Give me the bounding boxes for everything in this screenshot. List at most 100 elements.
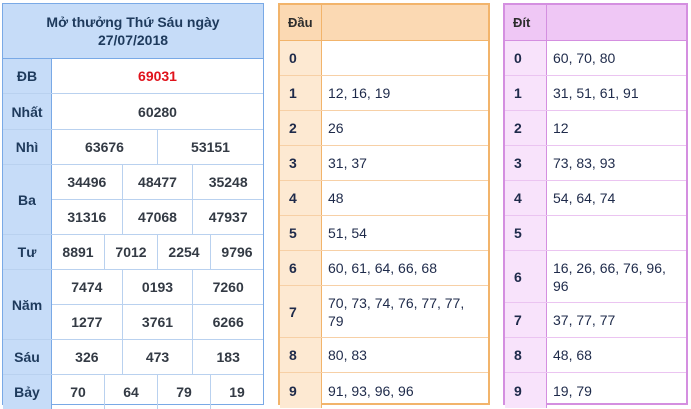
loto-tail-row: 9 19, 79 (505, 373, 686, 408)
row-key: 3 (505, 146, 547, 180)
row-values: 70, 73, 74, 76, 77, 77, 79 (328, 294, 465, 329)
loto-tail-row: 6 16, 26, 66, 76, 96, 96 (505, 251, 686, 303)
loto-head-row: 7 70, 73, 74, 76, 77, 77, 79 (280, 286, 488, 338)
prize-row-second: Nhì 63676 53151 (3, 130, 263, 165)
loto-tail-row: 4 54, 64, 74 (505, 181, 686, 216)
row-key: 2 (505, 111, 547, 145)
loto-head-header: Đầu (280, 5, 488, 41)
prize-label: Ba (3, 165, 52, 234)
loto-head-row: 2 26 (280, 111, 488, 146)
row-values: 48, 68 (553, 347, 592, 363)
prize-label: Bảy (3, 375, 52, 409)
prize-number: 9796 (221, 244, 253, 260)
prize-label: Tư (3, 235, 52, 269)
row-key: 5 (505, 216, 547, 250)
prize-row-third: Ba 34496 48477 35248 31316 47068 47937 (3, 165, 263, 235)
prize-number: 8891 (52, 235, 105, 269)
row-values: 16, 26, 66, 76, 96, 96 (553, 259, 666, 294)
row-key: 3 (280, 146, 322, 180)
row-values: 73, 83, 93 (553, 155, 616, 171)
row-key: 5 (280, 216, 322, 250)
loto-head-table: Đầu 0 1 12, 16, 19 2 26 3 31, 37 4 48 5 51, 5… (278, 3, 490, 408)
results-title: Mở thưởng Thứ Sáu ngày 27/07/2018 (3, 4, 263, 59)
prize-number: 70 (52, 375, 105, 409)
prize-number: 47937 (208, 209, 248, 225)
row-values: 37, 77, 77 (553, 312, 616, 328)
prize-number: 53151 (191, 139, 230, 155)
row-values: 60, 61, 64, 66, 68 (328, 260, 437, 276)
row-values: 51, 54 (328, 225, 367, 241)
loto-head-title: Đầu (280, 5, 322, 40)
prize-number: 63676 (52, 130, 158, 164)
loto-head-row: 8 80, 83 (280, 338, 488, 373)
prize-label: Nhất (3, 94, 52, 129)
prize-label: Nhì (3, 130, 52, 164)
row-key: 7 (280, 286, 322, 337)
special-prize-number: 69031 (138, 68, 177, 84)
row-key: 0 (280, 41, 322, 75)
row-values (322, 41, 488, 75)
prize-number: 35248 (208, 174, 248, 190)
prize-row-sixth: Sáu 326 473 183 (3, 340, 263, 375)
prize-label: ĐB (3, 59, 52, 93)
row-values: 48 (328, 190, 344, 206)
loto-head-row: 4 48 (280, 181, 488, 216)
prize-number: 2254 (158, 235, 211, 269)
prize-row-fourth: Tư 8891 7012 2254 9796 (3, 235, 263, 270)
row-values: 26 (328, 120, 344, 136)
row-key: 0 (505, 41, 547, 75)
row-values (547, 216, 686, 250)
loto-tail-row: 5 (505, 216, 686, 251)
prize-label: Sáu (3, 340, 52, 374)
row-values: 31, 51, 61, 91 (553, 85, 639, 101)
prize-label: Năm (3, 270, 52, 339)
prize-row-first: Nhất 60280 (3, 94, 263, 130)
row-key: 1 (505, 76, 547, 110)
loto-tail-row: 8 48, 68 (505, 338, 686, 373)
prize-number: 64 (105, 375, 158, 409)
row-values: 12 (553, 120, 569, 136)
row-values: 54, 64, 74 (553, 190, 616, 206)
prize-number: 1277 (52, 305, 123, 339)
prize-number: 48477 (123, 165, 194, 199)
prize-number: 3761 (123, 305, 194, 339)
loto-head-row: 6 60, 61, 64, 66, 68 (280, 251, 488, 286)
row-key: 6 (280, 251, 322, 285)
prize-number: 7260 (212, 279, 244, 295)
loto-tail-row: 7 37, 77, 77 (505, 303, 686, 338)
prize-number: 79 (158, 375, 211, 409)
prize-number: 0193 (123, 270, 194, 304)
results-title-line1: Mở thưởng Thứ Sáu ngày (46, 14, 220, 30)
prize-number: 473 (123, 340, 194, 374)
loto-tail-row: 0 60, 70, 80 (505, 41, 686, 76)
row-key: 9 (505, 373, 547, 408)
prize-number: 60280 (138, 103, 177, 120)
row-key: 7 (505, 303, 547, 337)
prize-number: 19 (229, 384, 245, 400)
prize-row-fifth: Năm 7474 0193 7260 1277 3761 6266 (3, 270, 263, 340)
loto-head-row: 0 (280, 41, 488, 76)
row-values: 31, 37 (328, 155, 367, 171)
prize-number: 183 (216, 349, 240, 365)
row-values: 12, 16, 19 (328, 85, 391, 101)
row-key: 6 (505, 251, 547, 302)
row-key: 2 (280, 111, 322, 145)
results-table: Mở thưởng Thứ Sáu ngày 27/07/2018 ĐB 690… (2, 3, 264, 409)
results-draw-date: 27/07/2018 (97, 32, 169, 48)
row-key: 8 (280, 338, 322, 372)
row-key: 1 (280, 76, 322, 110)
prize-row-seventh: Bảy 70 64 79 19 (3, 375, 263, 409)
row-key: 9 (280, 373, 322, 408)
loto-head-row: 9 91, 93, 96, 96 (280, 373, 488, 408)
loto-tail-row: 1 31, 51, 61, 91 (505, 76, 686, 111)
loto-tail-title: Đít (505, 5, 547, 40)
row-key: 8 (505, 338, 547, 372)
loto-head-row: 5 51, 54 (280, 216, 488, 251)
prize-number: 7012 (105, 235, 158, 269)
row-key: 4 (505, 181, 547, 215)
row-key: 4 (280, 181, 322, 215)
prize-row-special: ĐB 69031 (3, 59, 263, 94)
prize-number: 7474 (52, 270, 123, 304)
prize-number: 47068 (123, 200, 194, 234)
loto-head-row: 1 12, 16, 19 (280, 76, 488, 111)
